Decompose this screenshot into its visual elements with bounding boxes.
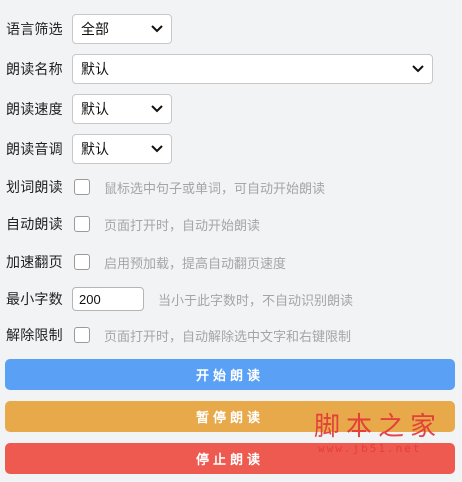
row-voice-name: 朗读名称 默认 — [6, 53, 433, 85]
auto-read-checkbox[interactable] — [74, 216, 90, 232]
row-select-to-read: 划词朗读 鼠标选中句子或单词，可自动开始朗读 — [6, 171, 325, 203]
select-to-read-label: 划词朗读 — [6, 179, 63, 195]
language-filter-value: 全部 — [81, 21, 109, 37]
row-auto-read: 自动朗读 页面打开时，自动开始朗读 — [6, 208, 260, 240]
row-pitch: 朗读音调 默认 — [6, 133, 172, 165]
pitch-select[interactable]: 默认 — [72, 134, 172, 164]
chevron-down-icon — [151, 143, 163, 155]
remove-restrictions-checkbox[interactable] — [74, 327, 90, 343]
pause-reading-button[interactable]: 暂停朗读 — [5, 401, 455, 432]
select-to-read-checkbox[interactable] — [74, 179, 90, 195]
chevron-down-icon — [151, 103, 163, 115]
remove-restrictions-hint: 页面打开时，自动解除选中文字和右键限制 — [104, 328, 352, 344]
fast-page-checkbox[interactable] — [74, 254, 90, 270]
select-to-read-hint: 鼠标选中句子或单词，可自动开始朗读 — [104, 180, 326, 196]
row-remove-restrictions: 解除限制 页面打开时，自动解除选中文字和右键限制 — [6, 319, 351, 351]
fast-page-label: 加速翻页 — [6, 254, 63, 270]
row-fast-page: 加速翻页 启用预加载，提高自动翻页速度 — [6, 246, 286, 278]
language-filter-select[interactable]: 全部 — [72, 14, 172, 44]
language-filter-label: 语言筛选 — [6, 21, 63, 37]
min-chars-input[interactable]: 200 — [72, 287, 144, 311]
row-min-chars: 最小字数 200 当小于此字数时，不自动识别朗读 — [6, 283, 353, 315]
stop-reading-button[interactable]: 停止朗读 — [5, 443, 455, 474]
speed-select[interactable]: 默认 — [72, 94, 172, 124]
settings-panel: 语言筛选 全部 朗读名称 默认 朗读速度 默认 朗读音调 默认 划词朗读 鼠标选… — [0, 0, 462, 482]
start-reading-button[interactable]: 开始朗读 — [5, 359, 455, 390]
speed-label: 朗读速度 — [6, 101, 63, 117]
min-chars-value: 200 — [79, 291, 101, 307]
min-chars-label: 最小字数 — [6, 291, 63, 307]
remove-restrictions-label: 解除限制 — [6, 327, 63, 343]
chevron-down-icon — [412, 63, 424, 75]
auto-read-label: 自动朗读 — [6, 216, 63, 232]
fast-page-hint: 启用预加载，提高自动翻页速度 — [104, 255, 287, 271]
row-speed: 朗读速度 默认 — [6, 93, 172, 125]
chevron-down-icon — [151, 23, 163, 35]
row-language-filter: 语言筛选 全部 — [6, 13, 172, 45]
auto-read-hint: 页面打开时，自动开始朗读 — [104, 217, 261, 233]
pitch-value: 默认 — [81, 141, 109, 157]
voice-name-label: 朗读名称 — [6, 61, 63, 77]
voice-name-value: 默认 — [81, 61, 109, 77]
speed-value: 默认 — [81, 101, 109, 117]
voice-name-select[interactable]: 默认 — [72, 54, 433, 84]
min-chars-hint: 当小于此字数时，不自动识别朗读 — [158, 292, 354, 308]
pitch-label: 朗读音调 — [6, 141, 63, 157]
